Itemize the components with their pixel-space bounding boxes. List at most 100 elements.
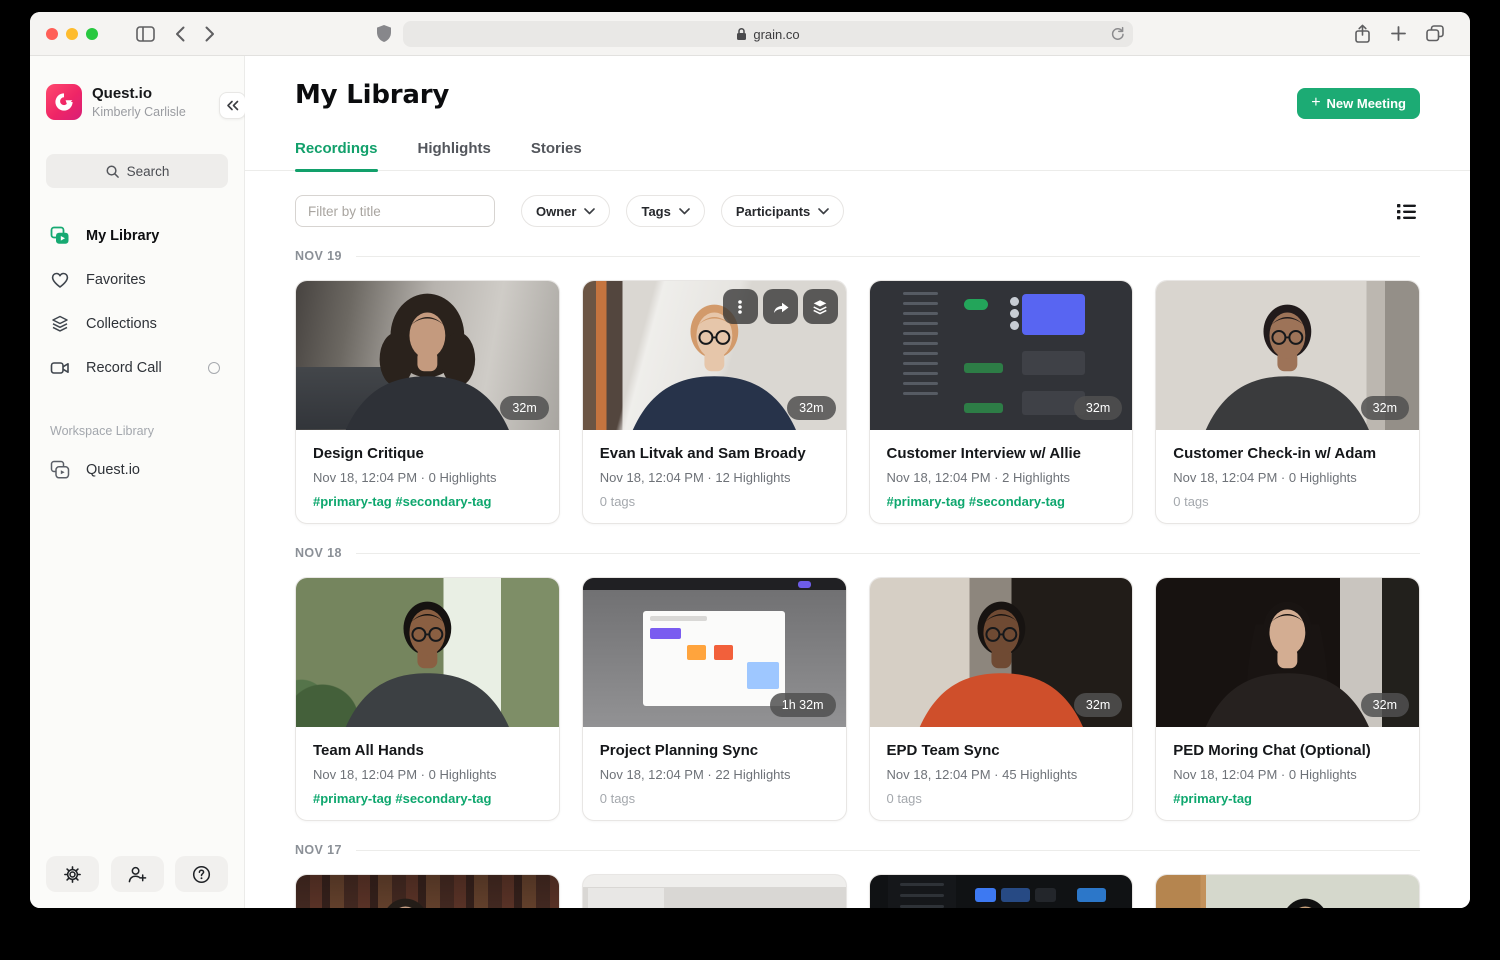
sidebar: Quest.io Kimberly Carlisle Search My Lib…	[30, 56, 245, 908]
reload-button[interactable]	[1110, 25, 1125, 45]
toggle-sidebar-button[interactable]	[136, 26, 155, 42]
page-title: My Library	[295, 80, 1420, 110]
recording-card[interactable]: Team All Hands Nov 18, 12:04 PM · 0 High…	[295, 577, 560, 821]
workspace-switcher[interactable]: Quest.io Kimberly Carlisle	[46, 84, 228, 120]
workspace-user: Kimberly Carlisle	[92, 104, 186, 120]
plus-icon	[1391, 26, 1406, 41]
recordings-grid: Team All Hands Nov 18, 12:04 PM · 0 High…	[295, 577, 1420, 821]
sidebar-item-workspace-questio[interactable]: Quest.io	[46, 448, 228, 492]
recording-info: Customer Interview w/ Allie Nov 18, 12:0…	[870, 430, 1133, 523]
recording-thumbnail: 1h 32m	[583, 578, 846, 727]
recording-meta: Nov 18, 12:04 PM · 22 Highlights	[600, 766, 829, 783]
recordings-grid: More filters	[295, 874, 1420, 908]
sidebar-item-collections[interactable]: Collections	[46, 302, 228, 346]
recording-card[interactable]: 32m Customer Check-in w/ Adam Nov 18, 12…	[1155, 280, 1420, 524]
more-options-button[interactable]	[723, 289, 758, 324]
minimize-window-button[interactable]	[66, 28, 78, 40]
recording-tags[interactable]: #primary-tag #secondary-tag	[313, 493, 542, 510]
date-section: NOV 18 Team All Hands Nov 18, 12:04 PM ·…	[295, 546, 1420, 821]
filter-by-title-input[interactable]	[295, 195, 495, 227]
sidebar-item-my-library[interactable]: My Library	[46, 214, 228, 258]
recording-card[interactable]	[295, 874, 560, 908]
invite-member-button[interactable]	[111, 856, 164, 892]
new-meeting-label: New Meeting	[1327, 96, 1406, 111]
recording-thumbnail: 32m	[1156, 281, 1419, 430]
date-divider	[356, 256, 1420, 257]
duration-badge: 32m	[787, 396, 835, 420]
recording-card[interactable]: 32m Customer Interview w/ Allie Nov 18, …	[869, 280, 1134, 524]
collapse-sidebar-button[interactable]	[219, 92, 246, 119]
recording-tags[interactable]: #primary-tag #secondary-tag	[313, 790, 542, 807]
recording-meta: Nov 18, 12:04 PM · 0 Highlights	[1173, 469, 1402, 486]
tab-overview-button[interactable]	[1426, 25, 1444, 42]
recording-info: Evan Litvak and Sam Broady Nov 18, 12:04…	[583, 430, 846, 523]
forward-button[interactable]	[205, 26, 215, 42]
recording-card[interactable]: 32m Design Critique Nov 18, 12:04 PM · 0…	[295, 280, 560, 524]
add-to-collection-button[interactable]	[803, 289, 838, 324]
recordings-grid: 32m Design Critique Nov 18, 12:04 PM · 0…	[295, 280, 1420, 524]
date-header: NOV 19	[295, 249, 1420, 263]
lock-icon	[736, 27, 747, 41]
recording-title: Customer Interview w/ Allie	[887, 444, 1116, 463]
help-button[interactable]	[175, 856, 228, 892]
recording-tags[interactable]: #primary-tag #secondary-tag	[887, 493, 1116, 510]
recording-title: PED Moring Chat (Optional)	[1173, 741, 1402, 760]
search-input[interactable]: Search	[46, 154, 228, 188]
duration-badge: 32m	[1074, 693, 1122, 717]
sidebar-item-label: Favorites	[86, 272, 146, 288]
tab-recordings[interactable]: Recordings	[295, 140, 378, 170]
new-tab-button[interactable]	[1391, 26, 1406, 41]
library-sections: NOV 19 32m Design Critique Nov 18, 12:04…	[295, 249, 1420, 908]
window-controls	[46, 28, 98, 40]
list-view-toggle-button[interactable]	[1393, 199, 1420, 224]
url-text: grain.co	[753, 27, 799, 42]
sidebar-item-favorites[interactable]: Favorites	[46, 258, 228, 302]
privacy-shield-icon	[376, 24, 392, 48]
gear-icon	[63, 865, 82, 884]
share-recording-button[interactable]	[763, 289, 798, 324]
recording-thumbnail	[1156, 875, 1419, 908]
recording-card[interactable]	[582, 874, 847, 908]
date-divider	[356, 850, 1420, 851]
recording-meta: Nov 18, 12:04 PM · 45 Highlights	[887, 766, 1116, 783]
participants-filter-label: Participants	[736, 204, 810, 219]
tab-stories[interactable]: Stories	[531, 140, 582, 170]
duration-badge: 1h 32m	[770, 693, 836, 717]
zoom-window-button[interactable]	[86, 28, 98, 40]
back-button[interactable]	[175, 26, 185, 42]
owner-filter-label: Owner	[536, 204, 576, 219]
recording-title: Team All Hands	[313, 741, 542, 760]
recording-card[interactable]: More filters	[869, 874, 1134, 908]
owner-filter-dropdown[interactable]: Owner	[521, 195, 610, 227]
sidebar-icon	[136, 26, 155, 42]
recording-thumbnail	[583, 875, 846, 908]
record-status-icon	[208, 362, 220, 374]
recording-card[interactable]: 32m Evan Litvak and Sam Broady Nov 18, 1…	[582, 280, 847, 524]
address-bar[interactable]: grain.co	[403, 21, 1133, 47]
recording-card[interactable]: 32m PED Moring Chat (Optional) Nov 18, 1…	[1155, 577, 1420, 821]
browser-toolbar: grain.co	[30, 12, 1470, 56]
tags-filter-dropdown[interactable]: Tags	[626, 195, 704, 227]
new-meeting-button[interactable]: + New Meeting	[1297, 88, 1420, 119]
recording-tags[interactable]: #primary-tag	[1173, 790, 1402, 807]
date-section: NOV 19 32m Design Critique Nov 18, 12:04…	[295, 249, 1420, 524]
close-window-button[interactable]	[46, 28, 58, 40]
recording-thumbnail: 32m	[870, 281, 1133, 430]
tab-highlights[interactable]: Highlights	[418, 140, 491, 170]
workspace-name: Quest.io	[92, 85, 186, 103]
recording-card[interactable]	[1155, 874, 1420, 908]
recording-thumbnail: More filters	[870, 875, 1133, 908]
share-page-button[interactable]	[1354, 24, 1371, 44]
chevron-left-icon	[175, 26, 185, 42]
sidebar-nav: My Library Favorites Collections	[46, 214, 228, 390]
settings-button[interactable]	[46, 856, 99, 892]
browser-window: grain.co	[30, 12, 1470, 908]
participants-filter-dropdown[interactable]: Participants	[721, 195, 844, 227]
recording-card[interactable]: 32m EPD Team Sync Nov 18, 12:04 PM · 45 …	[869, 577, 1134, 821]
shared-library-icon	[50, 460, 70, 480]
recording-card[interactable]: 1h 32m Project Planning Sync Nov 18, 12:…	[582, 577, 847, 821]
sidebar-item-label: My Library	[86, 228, 159, 244]
sidebar-item-record-call[interactable]: Record Call	[46, 346, 228, 390]
recording-title: EPD Team Sync	[887, 741, 1116, 760]
filter-row: Owner Tags Participants	[295, 195, 1420, 227]
